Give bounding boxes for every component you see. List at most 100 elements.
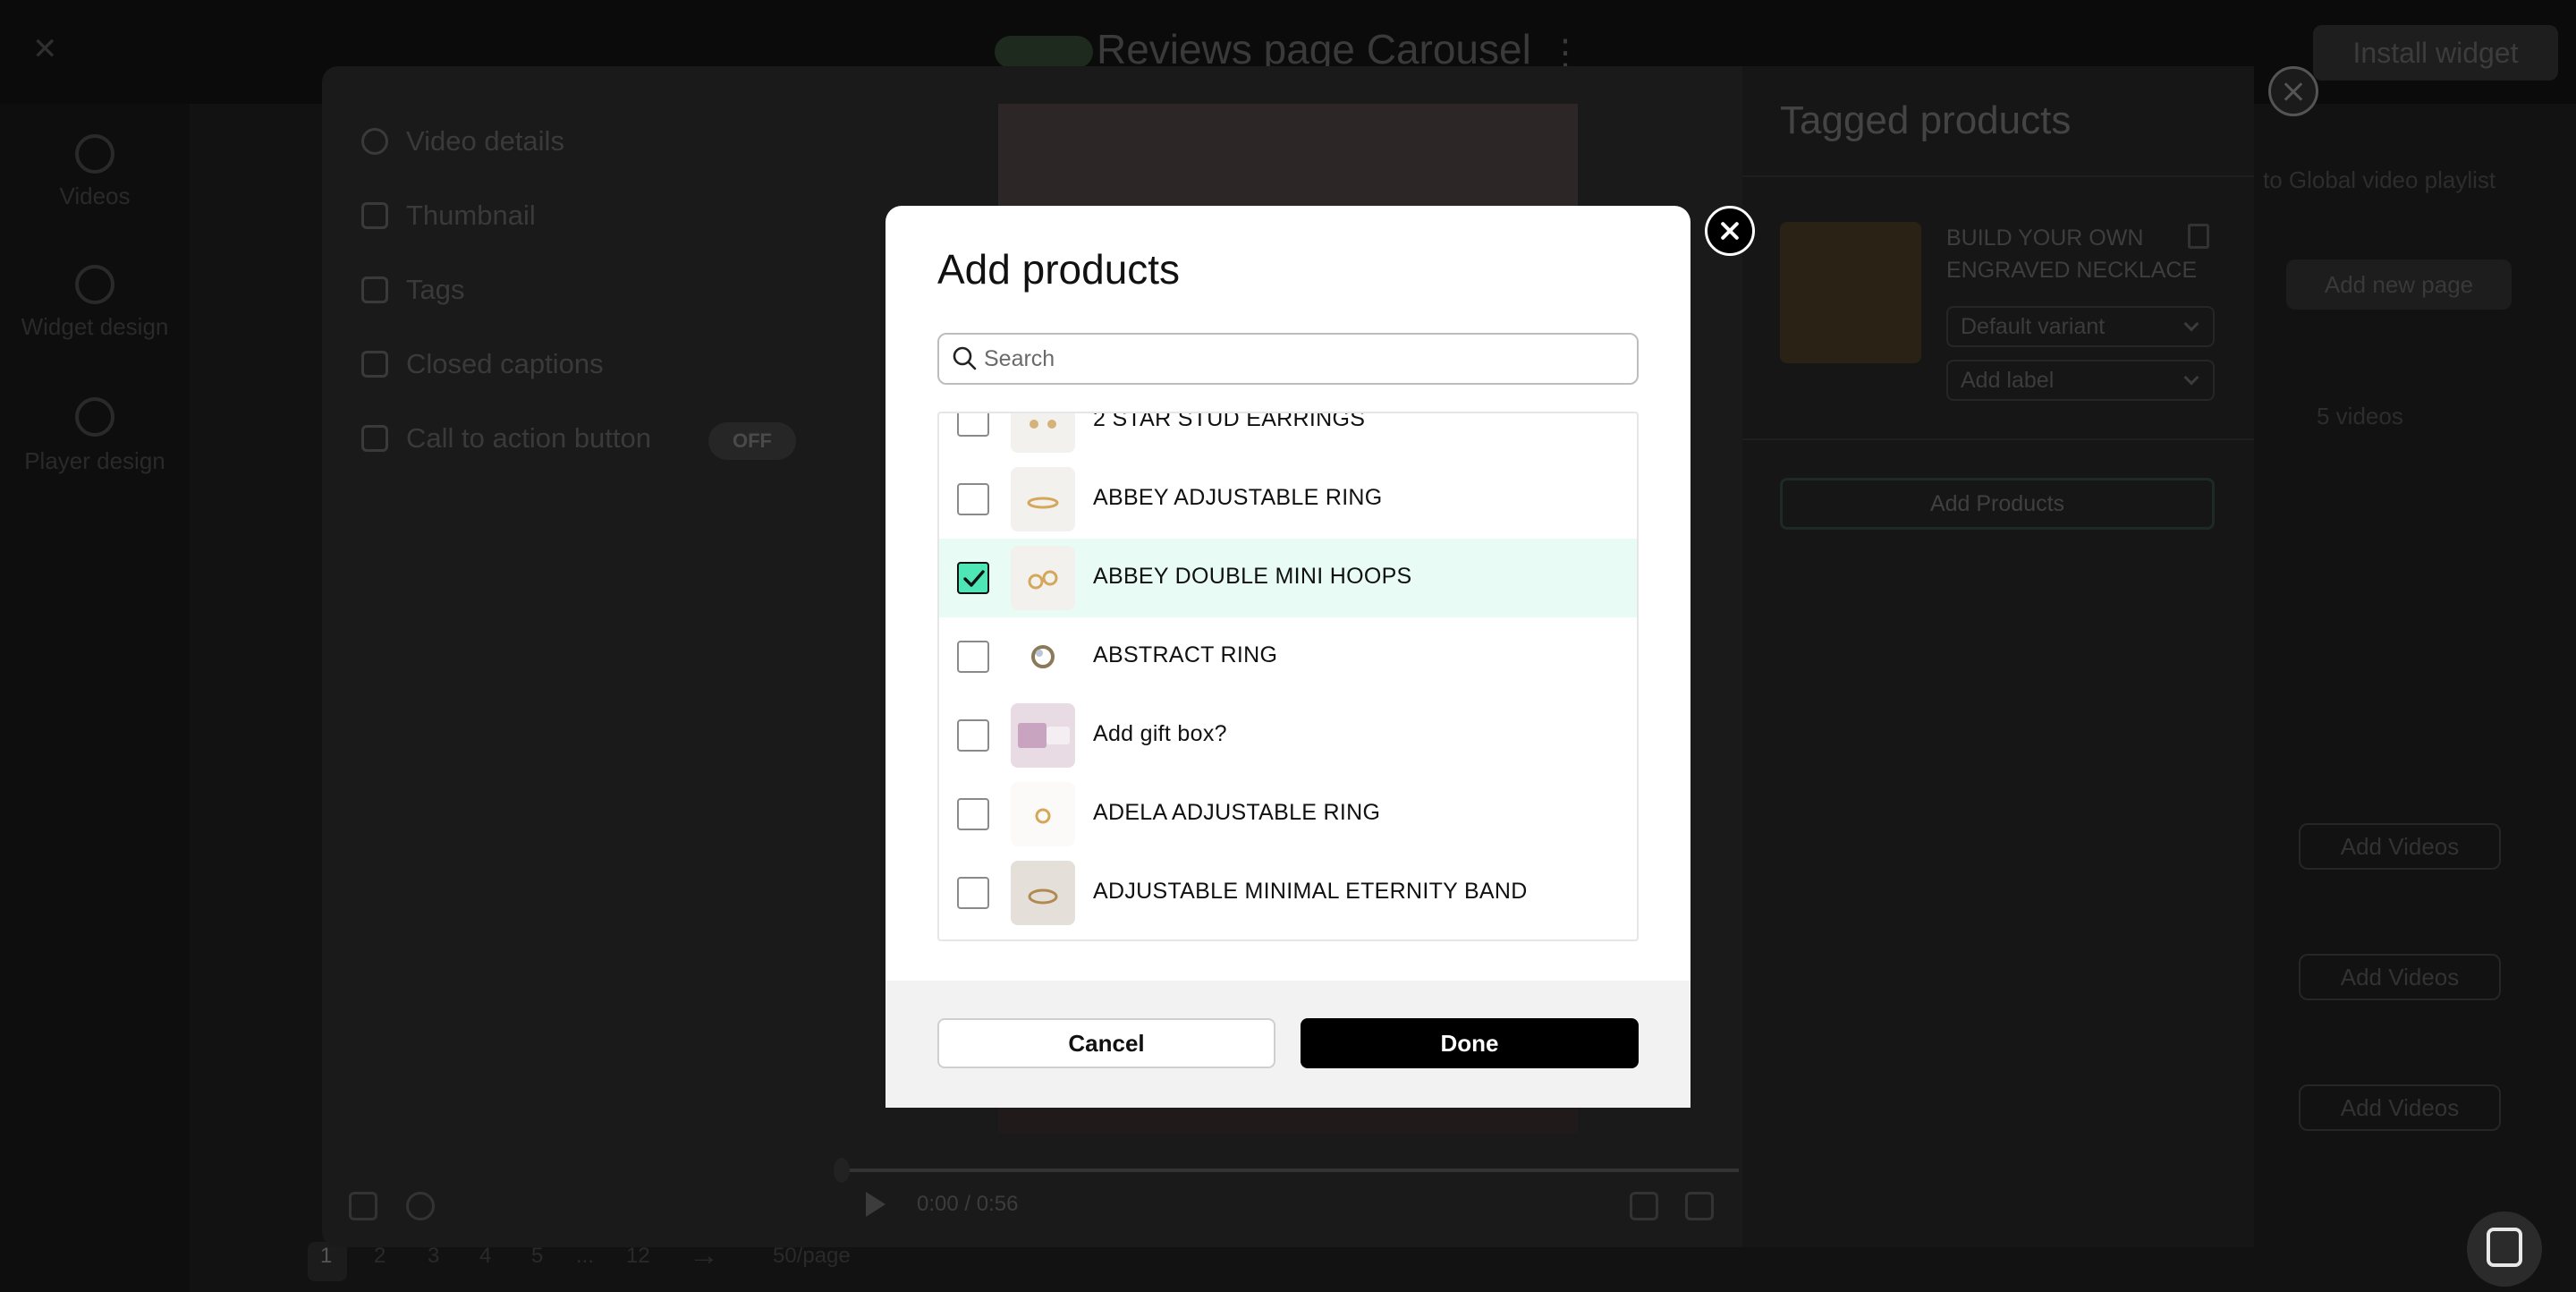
tag-icon <box>361 276 388 303</box>
label-value: Add label <box>1961 367 2055 393</box>
sidebar-item-widget-design[interactable]: Widget design <box>0 313 190 341</box>
search-input[interactable] <box>984 336 1628 381</box>
captions-off-icon[interactable] <box>1630 1192 1658 1220</box>
videos-icon <box>75 134 114 174</box>
video-time: 0:00 / 0:56 <box>917 1192 1019 1216</box>
pagination-page[interactable]: 12 <box>626 1244 650 1269</box>
pagination-page[interactable]: 3 <box>428 1244 439 1269</box>
player-design-icon <box>75 397 114 437</box>
product-thumbnail <box>1011 467 1075 531</box>
variant-value: Default variant <box>1961 313 2106 339</box>
menu-closed-captions[interactable]: Closed captions <box>361 343 604 386</box>
install-widget-button[interactable]: Install widget <box>2313 25 2558 81</box>
product-name: ABBEY DOUBLE MINI HOOPS <box>1093 564 1412 589</box>
product-checkbox[interactable] <box>957 483 989 515</box>
product-row-selected[interactable]: ABBEY DOUBLE MINI HOOPS <box>939 539 1637 617</box>
add-products-button[interactable]: Add Products <box>1780 478 2215 530</box>
sidebar-item-videos[interactable]: Videos <box>0 183 190 210</box>
pagination-page[interactable]: 1 <box>320 1244 332 1269</box>
product-name: ADELA ADJUSTABLE RING <box>1093 800 1381 825</box>
add-new-page-button[interactable]: Add new page <box>2286 259 2512 310</box>
add-videos-button-3[interactable]: Add Videos <box>2299 1084 2501 1131</box>
product-row[interactable]: Add gift box? <box>939 696 1637 775</box>
menu-thumbnail[interactable]: Thumbnail <box>361 194 536 237</box>
global-playlist-link[interactable]: to Global video playlist <box>2263 166 2496 194</box>
cta-icon <box>361 425 388 452</box>
product-row[interactable]: ADJUSTABLE MINIMAL ETERNITY BAND GR <box>939 854 1637 932</box>
chat-icon <box>2487 1228 2522 1267</box>
product-name: ABSTRACT RING <box>1093 642 1278 667</box>
product-thumbnail <box>1011 861 1075 925</box>
sidebar-item-player-design[interactable]: Player design <box>0 447 190 475</box>
videos-count: 5 videos <box>2317 403 2403 429</box>
divider <box>1742 438 2254 440</box>
variant-select[interactable]: Default variant <box>1946 306 2215 347</box>
product-thumbnail <box>1011 782 1075 846</box>
product-thumbnail <box>1011 703 1075 768</box>
timeline-knob[interactable] <box>834 1158 850 1183</box>
product-checkbox[interactable] <box>957 877 989 909</box>
search-icon <box>953 346 977 370</box>
add-videos-button-1[interactable]: Add Videos <box>2299 823 2501 870</box>
widget-design-icon <box>75 265 114 304</box>
play-icon[interactable] <box>866 1192 886 1217</box>
product-checkbox-checked[interactable] <box>957 562 989 594</box>
video-timeline[interactable] <box>841 1169 1739 1172</box>
menu-label: Thumbnail <box>406 200 536 231</box>
product-row[interactable]: ADELA ADJUSTABLE RING <box>939 775 1637 854</box>
product-row[interactable]: ABBEY ADJUSTABLE RING <box>939 460 1637 539</box>
product-thumbnail <box>1011 939 1075 941</box>
live-badge <box>995 36 1093 68</box>
tagged-product-thumbnail <box>1780 222 1921 363</box>
product-name: 2 STAR STUD EARRINGS <box>1093 412 1366 431</box>
trash-icon[interactable] <box>2188 224 2209 249</box>
product-row[interactable]: 2 STAR STUD EARRINGS <box>939 412 1637 460</box>
play-circle-icon <box>361 128 388 155</box>
cancel-button[interactable]: Cancel <box>937 1018 1275 1068</box>
cta-toggle[interactable]: OFF <box>708 422 796 460</box>
product-name: ABBEY ADJUSTABLE RING <box>1093 485 1383 510</box>
tagged-products-title: Tagged products <box>1780 98 2072 142</box>
chevron-down-icon <box>2183 370 2199 386</box>
menu-label: Video details <box>406 125 564 157</box>
chevron-down-icon <box>2183 316 2199 332</box>
add-videos-button-2[interactable]: Add Videos <box>2299 954 2501 1000</box>
product-list[interactable]: 2 STAR STUD EARRINGS ABBEY ADJUSTABLE RI… <box>937 412 1639 941</box>
close-editor-icon[interactable] <box>2268 66 2318 116</box>
menu-label: Call to action button <box>406 422 652 454</box>
pagination-page[interactable]: 4 <box>479 1244 491 1269</box>
product-name: Add gift box? <box>1093 721 1227 746</box>
product-checkbox[interactable] <box>957 719 989 752</box>
menu-video-details[interactable]: Video details <box>361 120 564 163</box>
product-thumbnail <box>1011 625 1075 689</box>
product-row-partial[interactable] <box>939 932 1637 941</box>
label-select[interactable]: Add label <box>1946 360 2215 401</box>
menu-label: Tags <box>406 274 465 305</box>
cc-icon <box>361 351 388 378</box>
download-icon[interactable] <box>349 1192 377 1220</box>
done-button[interactable]: Done <box>1301 1018 1639 1068</box>
per-page-select[interactable]: 50/page <box>773 1244 851 1269</box>
dialog-title: Add products <box>937 246 1181 293</box>
menu-call-to-action[interactable]: Call to action button <box>361 417 651 460</box>
close-app-icon[interactable]: ✕ <box>32 34 59 64</box>
product-checkbox[interactable] <box>957 641 989 673</box>
menu-tags[interactable]: Tags <box>361 268 464 311</box>
replace-icon[interactable] <box>406 1192 435 1220</box>
close-dialog-icon[interactable] <box>1705 206 1755 256</box>
volume-icon[interactable] <box>1685 1192 1714 1220</box>
product-checkbox[interactable] <box>957 413 989 437</box>
image-icon <box>361 202 388 229</box>
product-row[interactable]: ABSTRACT RING <box>939 617 1637 696</box>
pagination-page[interactable]: 5 <box>531 1244 543 1269</box>
check-icon <box>963 570 985 587</box>
divider <box>1742 175 2254 177</box>
pagination-page[interactable]: ... <box>576 1244 594 1269</box>
product-thumbnail <box>1011 546 1075 610</box>
product-name: ADJUSTABLE MINIMAL ETERNITY BAND GR <box>1093 879 1530 904</box>
tagged-product-name: BUILD YOUR OWN ENGRAVED NECKLACE <box>1946 225 2198 283</box>
product-thumbnail <box>1011 413 1075 453</box>
pagination-page[interactable]: 2 <box>374 1244 386 1269</box>
menu-label: Closed captions <box>406 348 604 379</box>
product-checkbox[interactable] <box>957 798 989 830</box>
